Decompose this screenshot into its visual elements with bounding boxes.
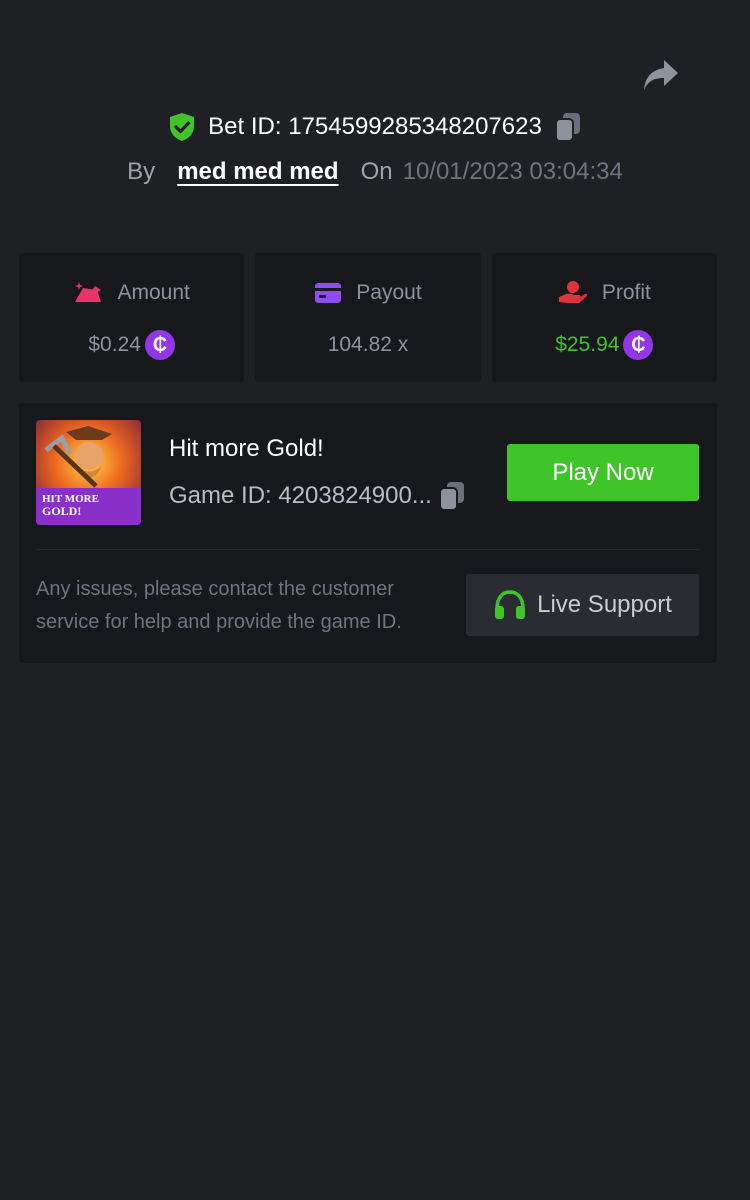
live-support-label: Live Support <box>537 591 672 618</box>
hand-coin-icon <box>558 281 587 303</box>
help-text: Any issues, please contact the customer … <box>36 578 402 633</box>
stat-payout: Payout 104.82 x <box>255 253 481 382</box>
copy-icon <box>438 482 464 511</box>
share-button[interactable] <box>640 56 682 94</box>
game-thumbnail[interactable]: HIT MORE GOLD! <box>36 420 141 525</box>
username-link[interactable]: med med med <box>177 158 338 186</box>
bet-meta-row: By med med med On 10/01/2023 03:04:34 <box>0 154 750 190</box>
divider <box>36 549 700 550</box>
stat-value: 104.82 x <box>327 333 409 356</box>
stat-value: $0.24 <box>88 333 141 356</box>
share-icon <box>644 60 678 90</box>
by-label: By <box>127 158 156 185</box>
bet-stats: Amount $0.24 ₵ Payout 104.82 x Profit $2… <box>19 253 717 382</box>
play-now-button[interactable]: Play Now <box>507 444 699 501</box>
stat-value: $25.94 <box>555 333 620 356</box>
amount-icon <box>75 282 102 302</box>
stat-profit: Profit $25.94 ₵ <box>491 253 717 382</box>
game-id: Game ID: 4203824900... <box>169 482 432 509</box>
on-label: On <box>360 158 393 185</box>
bet-id-label: Bet ID: 1754599285348207623 <box>208 113 542 140</box>
thumb-title-line2: GOLD! <box>42 504 81 518</box>
stat-label: Profit <box>601 281 651 304</box>
copy-icon <box>554 113 580 142</box>
game-art: HIT MORE GOLD! <box>36 420 141 525</box>
headset-icon <box>495 590 526 619</box>
coin-icon: ₵ <box>144 330 175 360</box>
coin-icon: ₵ <box>623 330 654 360</box>
game-id-row: Game ID: 4203824900... <box>169 479 466 513</box>
live-support-button[interactable]: Live Support <box>466 574 699 636</box>
game-card: HIT MORE GOLD! Hit more Gold! Game ID: 4… <box>19 403 717 663</box>
bet-details-page: Bet ID: 1754599285348207623 By med med m… <box>0 0 750 1200</box>
bet-id-row: Bet ID: 1754599285348207623 <box>0 108 750 146</box>
stat-label: Amount <box>117 281 190 304</box>
copy-bet-id-button[interactable] <box>554 111 582 143</box>
game-title: Hit more Gold! <box>169 435 324 462</box>
stat-amount: Amount $0.24 ₵ <box>19 253 245 382</box>
bet-datetime: 10/01/2023 03:04:34 <box>402 158 623 185</box>
card-icon <box>315 283 342 303</box>
copy-game-id-button[interactable] <box>438 480 466 512</box>
shield-check-icon <box>170 113 195 141</box>
stat-label: Payout <box>356 281 422 304</box>
